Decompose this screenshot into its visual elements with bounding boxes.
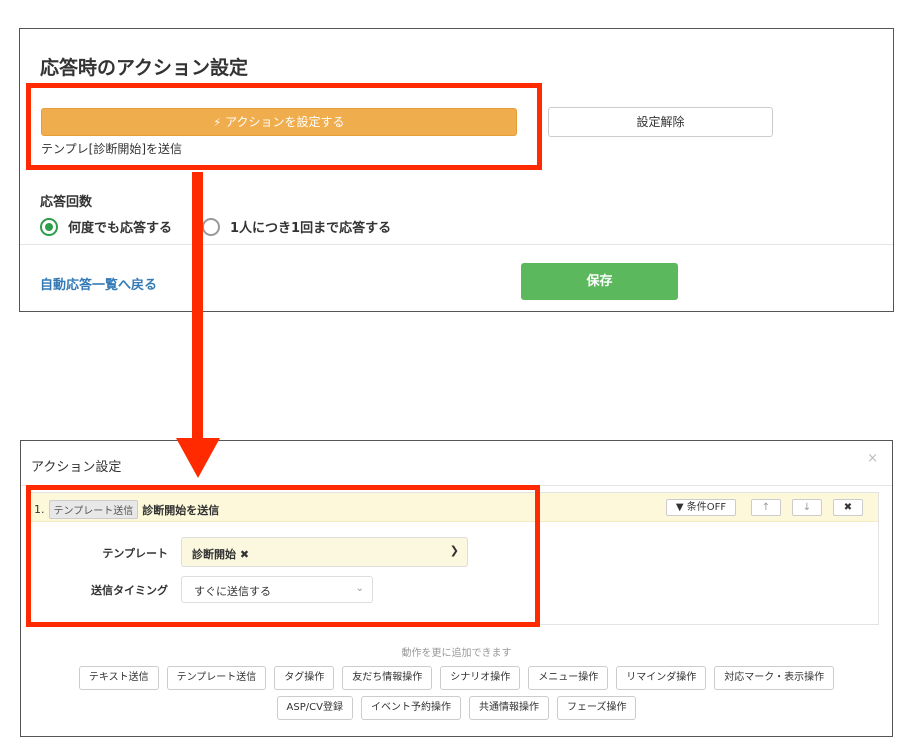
add-scenario-button[interactable]: シナリオ操作 [440,666,521,690]
add-phase-button[interactable]: フェーズ操作 [556,696,637,720]
response-action-panel: 応答時のアクション設定 ⚡ アクションを設定する テンプレ[診断開始]を送信 設定… [19,28,894,312]
clear-setting-button[interactable]: 設定解除 [548,107,773,137]
add-event-booking-button[interactable]: イベント予約操作 [360,696,461,720]
response-count-options: 何度でも応答する 1人につき1回まで応答する [40,217,421,236]
add-action-buttons-row-1: テキスト送信 テンプレート送信 タグ操作 友だち情報操作 シナリオ操作 メニュー… [21,666,892,690]
add-reminder-button[interactable]: リマインダ操作 [616,666,707,690]
highlight-box-bottom [26,485,540,627]
delete-action-icon[interactable]: ✖ [833,499,863,516]
radio-option-unlimited[interactable]: 何度でも応答する [40,217,172,236]
arrow-down-icon [176,438,220,478]
add-mark-display-button[interactable]: 対応マーク・表示操作 [714,666,835,690]
move-up-icon[interactable]: ↑ [751,499,781,516]
radio-label-once: 1人につき1回まで応答する [230,221,392,236]
highlight-box-top [26,83,542,170]
radio-option-once[interactable]: 1人につき1回まで応答する [202,217,391,236]
radio-unselected-icon[interactable] [202,217,221,236]
response-count-label: 応答回数 [40,195,93,210]
add-text-send-button[interactable]: テキスト送信 [78,666,159,690]
arrow-shaft [192,172,203,444]
add-action-buttons-row-2: ASP/CV登録 イベント予約操作 共通情報操作 フェーズ操作 [21,696,892,720]
back-to-list-link[interactable]: 自動応答一覧へ戻る [40,274,157,293]
add-more-hint: 動作を更に追加できます [401,648,512,659]
add-template-send-button[interactable]: テンプレート送信 [166,666,267,690]
close-icon[interactable]: × [867,451,878,466]
modal-title: アクション設定 [31,460,122,475]
condition-toggle-button[interactable]: ▼ 条件OFF [666,499,736,516]
save-button[interactable]: 保存 [521,263,678,300]
panel-title: 応答時のアクション設定 [40,57,249,79]
divider [20,244,893,245]
add-tag-operation-button[interactable]: タグ操作 [274,666,335,690]
move-down-icon[interactable]: ↓ [792,499,822,516]
radio-selected-icon[interactable] [40,217,58,236]
add-friend-info-button[interactable]: 友だち情報操作 [342,666,433,690]
add-shared-info-button[interactable]: 共通情報操作 [468,696,549,720]
add-asp-cv-button[interactable]: ASP/CV登録 [276,696,353,720]
add-menu-button[interactable]: メニュー操作 [528,666,609,690]
radio-label-unlimited: 何度でも応答する [68,221,173,236]
